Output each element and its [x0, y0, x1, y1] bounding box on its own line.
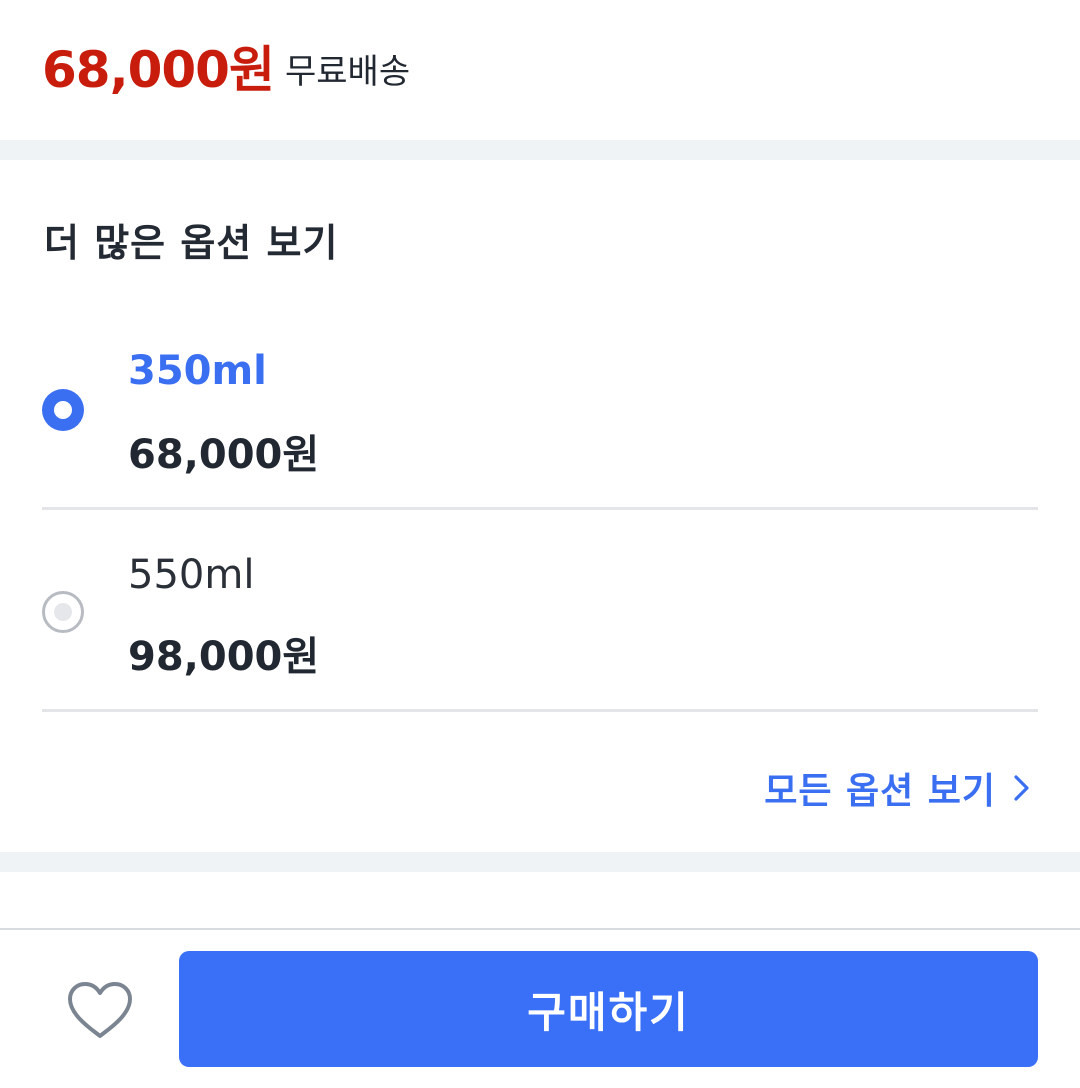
product-price: 68,000원	[42, 41, 275, 99]
product-purchase-screen: 68,000원 무료배송 더 많은 옵션 보기 350ml 68,000원 55…	[0, 0, 1080, 1088]
option-item-550ml[interactable]: 550ml 98,000원	[42, 512, 1038, 712]
heart-outline-icon[interactable]	[64, 978, 136, 1042]
option-price: 98,000원	[128, 634, 320, 680]
option-size: 550ml	[128, 552, 255, 598]
section-divider	[0, 852, 1080, 872]
option-price: 68,000원	[128, 432, 320, 478]
option-item-350ml[interactable]: 350ml 68,000원	[42, 310, 1038, 510]
purchase-bar: 구매하기	[0, 928, 1080, 1088]
view-all-options-link[interactable]: 모든 옵션 보기	[764, 762, 1034, 814]
option-radio-selected[interactable]	[42, 389, 84, 431]
view-all-options-label: 모든 옵션 보기	[764, 771, 996, 812]
chevron-right-icon	[1014, 775, 1029, 801]
options-title: 더 많은 옵션 보기	[44, 221, 339, 265]
free-shipping-label: 무료배송	[285, 52, 411, 92]
buy-button[interactable]: 구매하기	[179, 951, 1038, 1067]
option-radio-unselected[interactable]	[42, 591, 84, 633]
section-divider	[0, 140, 1080, 160]
option-size: 350ml	[128, 348, 267, 394]
price-summary: 68,000원 무료배송	[0, 0, 1080, 140]
